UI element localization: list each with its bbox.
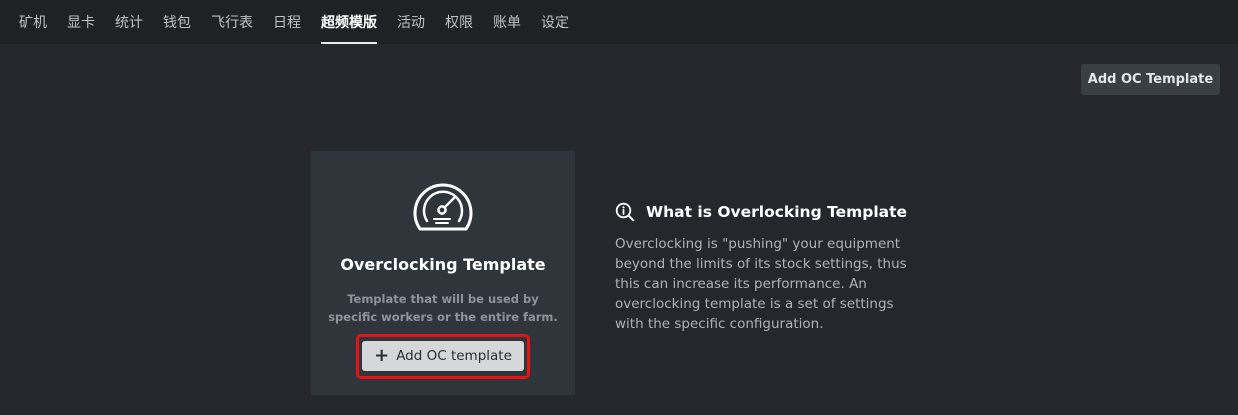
tab-wallets[interactable]: 钱包 xyxy=(163,0,191,31)
search-info-icon xyxy=(615,202,635,222)
tab-activity[interactable]: 活动 xyxy=(397,0,425,31)
info-panel: What is Overlocking Template Overclockin… xyxy=(615,200,915,334)
add-oc-template-label: Add OC template xyxy=(396,348,512,364)
top-navigation: 矿机 显卡 统计 钱包 飞行表 日程 超频模版 活动 权限 账单 设定 xyxy=(0,0,1238,44)
info-header: What is Overlocking Template xyxy=(615,200,915,224)
tab-billing[interactable]: 账单 xyxy=(493,0,521,31)
tab-miners[interactable]: 矿机 xyxy=(19,0,47,31)
info-text: Overclocking is "pushing" your equipment… xyxy=(615,236,907,332)
card-title: Overclocking Template xyxy=(340,255,546,274)
tab-schedule[interactable]: 日程 xyxy=(273,0,301,31)
tab-oc-templates[interactable]: 超频模版 xyxy=(321,0,377,44)
tab-flight-sheets[interactable]: 飞行表 xyxy=(211,0,253,31)
plus-icon: + xyxy=(374,345,390,366)
tab-settings[interactable]: 设定 xyxy=(541,0,569,31)
gauge-icon xyxy=(413,183,473,231)
tab-gpus[interactable]: 显卡 xyxy=(67,0,95,31)
tab-permissions[interactable]: 权限 xyxy=(445,0,473,31)
card-description: Template that will be used by specific w… xyxy=(328,292,558,324)
oc-template-empty-card: Overclocking Template Template that will… xyxy=(311,151,575,395)
info-title: What is Overlocking Template xyxy=(646,203,908,221)
add-oc-template-header-button[interactable]: Add OC Template xyxy=(1081,64,1220,95)
tab-stats[interactable]: 统计 xyxy=(115,0,143,31)
add-oc-template-button[interactable]: + Add OC template xyxy=(362,341,524,371)
nav-tabs: 矿机 显卡 统计 钱包 飞行表 日程 超频模版 活动 权限 账单 设定 xyxy=(19,0,589,44)
